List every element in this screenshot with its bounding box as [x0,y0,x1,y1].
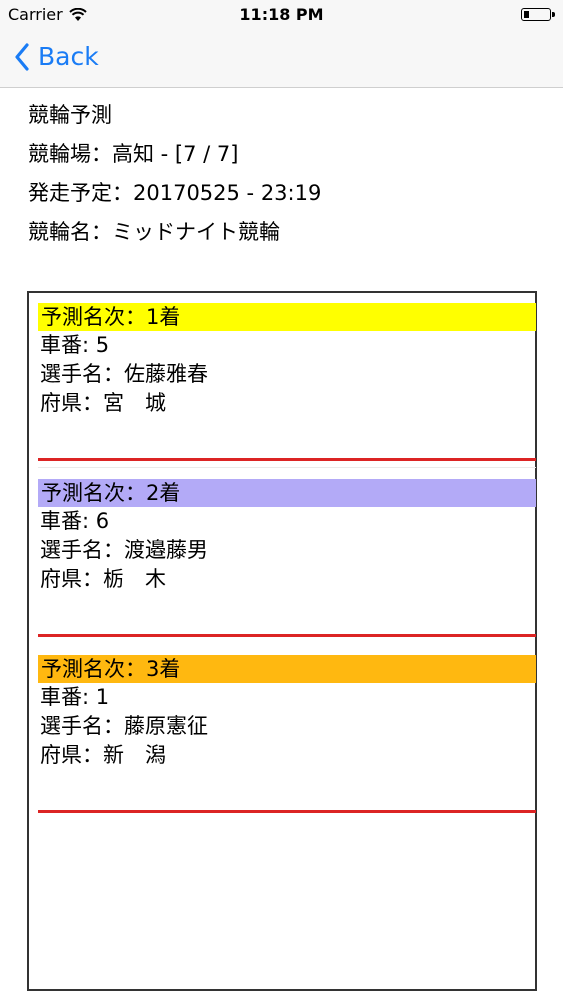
status-bar: Carrier 11:18 PM [0,0,563,30]
player-name: 選手名：藤原憲征 [40,714,208,738]
status-time: 11:18 PM [239,5,324,24]
prediction-card-1: 予測名次：1着 車番: 5 選手名：佐藤雅春 府県：宮 城 [38,303,536,468]
venue-text: 競輪場：高知 - [7 / 7] [28,142,239,166]
card-divider [38,634,536,637]
prefecture: 府県：新 潟 [40,743,166,767]
rank-header: 予測名次：3着 [38,655,536,683]
card-divider [38,810,536,813]
prefecture: 府県：栃 木 [40,567,166,591]
start-time-text: 発走予定：20170525 - 23:19 [28,181,322,205]
battery-level [524,11,529,18]
rank-header: 予測名次：2着 [38,479,536,507]
card-separator [38,467,536,468]
prefecture: 府県：宮 城 [40,391,166,415]
prediction-card-2: 予測名次：2着 車番: 6 選手名：渡邉藤男 府県：栃 木 [38,479,536,637]
chevron-left-icon [15,42,29,71]
prediction-panel[interactable]: 予測名次：1着 車番: 5 選手名：佐藤雅春 府県：宮 城 予測名次：2着 車番… [27,291,537,991]
player-name: 選手名：佐藤雅春 [40,362,208,386]
car-number: 車番: 5 [40,333,110,357]
car-number: 車番: 6 [40,509,110,533]
navigation-bar: Back [0,30,563,88]
car-number: 車番: 1 [40,685,110,709]
race-name-text: 競輪名：ミッドナイト競輪 [28,220,280,244]
back-label: Back [38,42,99,71]
rank-header: 予測名次：1着 [38,303,536,331]
battery-icon [521,8,555,21]
card-divider [38,458,536,461]
page-title: 競輪予測 [28,103,112,127]
prediction-card-3: 予測名次：3着 車番: 1 選手名：藤原憲征 府県：新 潟 [38,655,536,813]
race-info: 競輪予測 競輪場：高知 - [7 / 7] 発走予定：20170525 - 23… [28,96,321,252]
back-button[interactable]: Back [14,42,99,71]
player-name: 選手名：渡邉藤男 [40,538,208,562]
